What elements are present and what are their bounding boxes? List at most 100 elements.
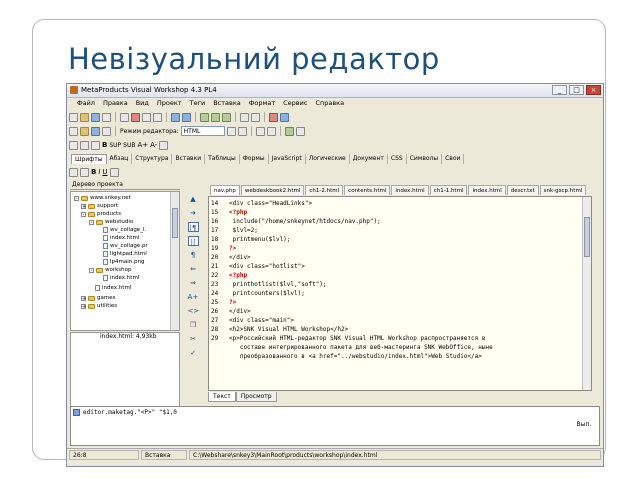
color-icon[interactable] xyxy=(284,126,294,136)
format-painter-icon[interactable] xyxy=(80,167,89,177)
tab-forms[interactable]: Формы xyxy=(240,154,269,164)
arrow-up-icon[interactable]: ▲ xyxy=(188,194,199,204)
tab-paragraph[interactable]: Абзац xyxy=(107,154,133,164)
menu-help[interactable]: Справка xyxy=(315,98,344,109)
doc-tab[interactable]: index.html xyxy=(391,185,429,195)
scroll-thumb[interactable] xyxy=(584,217,590,257)
underline-button[interactable]: U xyxy=(102,168,107,176)
tree-item[interactable]: index.html xyxy=(103,274,139,282)
console-input[interactable]: editor.maketag."<P>" "$1,0 xyxy=(83,409,177,416)
open-folder-icon[interactable] xyxy=(80,112,89,122)
cut-icon[interactable] xyxy=(131,112,140,122)
menu-format[interactable]: Формат xyxy=(249,98,275,109)
tree-item[interactable]: wv_collage_l. xyxy=(103,226,146,234)
paragraph-icon[interactable]: ¶ xyxy=(188,250,199,260)
tree-item[interactable]: - webstudio xyxy=(89,218,133,226)
forward-icon[interactable]: ⇒ xyxy=(188,278,199,288)
tree-item[interactable]: + support xyxy=(81,202,118,210)
tree-item[interactable]: - products xyxy=(81,210,121,218)
tab-preview[interactable]: Просмотр xyxy=(235,392,277,402)
collapse-icon[interactable]: - xyxy=(74,195,79,201)
menu-edit[interactable]: Правка xyxy=(103,98,128,109)
align-left-icon[interactable] xyxy=(69,140,78,150)
expand-icon[interactable]: + xyxy=(81,295,86,301)
stop-icon[interactable] xyxy=(269,112,278,122)
doc-tab[interactable]: index.html xyxy=(468,185,506,195)
tree-item[interactable]: + games xyxy=(81,294,115,302)
clear-format-icon[interactable] xyxy=(159,140,169,150)
close-button[interactable]: × xyxy=(586,85,601,95)
design-view-icon[interactable] xyxy=(222,112,231,122)
doc-tab[interactable]: contents.html xyxy=(344,185,391,195)
doc-tab[interactable]: webdeskbook2.html xyxy=(240,185,305,195)
list-icon[interactable] xyxy=(102,126,111,136)
code-line[interactable]: 27 <div class="main"> xyxy=(211,316,294,325)
text-icon[interactable] xyxy=(69,167,78,177)
tab-inserts[interactable]: Вставки xyxy=(172,154,206,164)
link-icon[interactable] xyxy=(295,126,305,136)
italic-button[interactable]: I xyxy=(98,168,100,176)
scissors-icon[interactable]: ✂ xyxy=(188,334,199,344)
code-line[interactable]: 14 <div class="HeadLinks"> xyxy=(211,199,312,208)
tree-item[interactable]: lightpad.html xyxy=(103,250,147,258)
tab-document[interactable]: Документ xyxy=(350,154,388,164)
menu-view[interactable]: Вид xyxy=(136,98,149,109)
tree-item[interactable]: index.html xyxy=(95,284,131,292)
tab-css[interactable]: CSS xyxy=(388,154,407,164)
code-line[interactable]: 29 <p>Российский HTML-редактор SNK Visual… xyxy=(211,334,485,343)
run-button[interactable]: Вып. xyxy=(575,419,593,431)
menu-service[interactable]: Сервис xyxy=(283,98,307,109)
tag-icon[interactable]: <> xyxy=(188,306,200,316)
doc-tab[interactable]: snk-gscp.html xyxy=(539,185,587,195)
arrow-right-icon[interactable]: ➔ xyxy=(188,208,199,218)
tab-logical[interactable]: Логические xyxy=(306,154,350,164)
maximize-button[interactable]: □ xyxy=(569,85,584,95)
collapse-icon[interactable]: - xyxy=(89,219,94,225)
code-line[interactable]: 21 <div class="hotlist"> xyxy=(211,262,305,271)
code-line[interactable]: 22 <?php xyxy=(211,271,247,280)
browser-preview-icon[interactable] xyxy=(280,112,289,122)
code-line[interactable]: 17 $lvl=2; xyxy=(211,226,258,235)
tab-fonts[interactable]: Шрифты xyxy=(71,154,107,164)
paste-icon[interactable] xyxy=(153,112,162,122)
code-line[interactable]: 18 printmenu($lvl); xyxy=(211,235,290,244)
split-icon[interactable]: |¶ xyxy=(187,222,199,232)
doc-tab[interactable]: nav.php xyxy=(210,185,240,195)
expand-icon[interactable]: + xyxy=(81,303,86,309)
code-line[interactable]: 20 </div> xyxy=(211,253,251,262)
expand-icon[interactable]: + xyxy=(81,203,86,209)
code-line[interactable]: 25 ?> xyxy=(211,298,236,307)
collapse-icon[interactable]: - xyxy=(81,211,86,217)
code-line[interactable]: 15 <?php xyxy=(211,208,247,217)
color-picker-icon[interactable] xyxy=(109,167,119,177)
table-icon[interactable] xyxy=(251,112,260,122)
minimize-button[interactable]: _ xyxy=(552,85,567,95)
menu-project[interactable]: Проект xyxy=(157,98,182,109)
new-file-icon[interactable] xyxy=(69,112,78,122)
menu-tags[interactable]: Теги xyxy=(190,98,206,109)
code-line[interactable]: 28 <h2>SNK Visual HTML Workshop</h2> xyxy=(211,325,348,334)
tab-javascript[interactable]: JavaScript xyxy=(269,154,306,164)
project-icon[interactable] xyxy=(91,126,100,136)
tree-item[interactable]: + utilities xyxy=(81,302,117,310)
tree-item[interactable]: - www.snkey.net xyxy=(74,194,131,202)
font-icon[interactable] xyxy=(91,140,100,150)
check-icon[interactable]: ✓ xyxy=(188,348,199,358)
tab-custom[interactable]: Свои xyxy=(442,154,465,164)
tab-structure[interactable]: Структура xyxy=(132,154,173,164)
code-view-icon[interactable] xyxy=(211,112,220,122)
tab-text[interactable]: Текст xyxy=(208,392,236,402)
menu-insert[interactable]: Вставка xyxy=(213,98,241,109)
find-icon[interactable] xyxy=(120,112,129,122)
code-line[interactable]: преобразованного в <a href="../webstudio… xyxy=(211,352,482,361)
tree-item[interactable]: wv_collage.pr xyxy=(103,242,148,250)
tree-item[interactable]: index.html xyxy=(103,234,139,242)
collapse-icon[interactable]: - xyxy=(89,267,94,273)
window-titlebar[interactable]: MetaProducts Visual Workshop 4.3 PL4 _ □… xyxy=(67,84,603,98)
image-icon[interactable] xyxy=(240,112,249,122)
copy-icon[interactable]: ❐ xyxy=(188,320,199,330)
code-line[interactable]: 24 printcounters($lvl); xyxy=(211,289,305,298)
folder-icon[interactable] xyxy=(80,126,89,136)
align-center-icon[interactable] xyxy=(80,140,89,150)
columns-icon[interactable]: || xyxy=(187,236,199,246)
